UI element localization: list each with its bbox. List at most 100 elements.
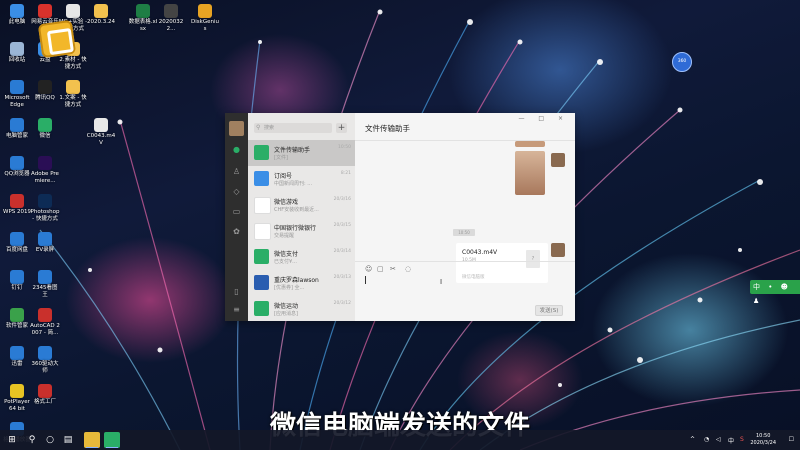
desktop-icon[interactable]: 腾讯QQ: [30, 80, 60, 102]
desktop-icon-label: 2020.3.24: [87, 19, 115, 25]
moments-icon[interactable]: ✿: [232, 227, 241, 236]
desktop-icon[interactable]: 电脑管家: [2, 118, 32, 140]
contacts-icon[interactable]: ♙: [232, 167, 241, 176]
task-view-icon[interactable]: ▤: [62, 434, 74, 446]
image-message-top[interactable]: [515, 141, 545, 147]
chat-icon[interactable]: ●: [232, 145, 241, 154]
time-chip: 10:50: [453, 229, 475, 236]
files-icon[interactable]: ▭: [232, 207, 241, 216]
desktop-icon[interactable]: 迅雷: [2, 346, 32, 368]
start-windows-icon[interactable]: ⊞: [6, 434, 18, 446]
app-icon: [10, 118, 24, 132]
network-icon[interactable]: ◔: [704, 436, 709, 443]
desktop-icon[interactable]: 此电脑: [2, 4, 32, 26]
file-message[interactable]: C0043.m4V 10.5M ? 微信电脑版: [456, 243, 548, 283]
chat-avatar: [254, 301, 269, 316]
desktop-icon[interactable]: 20200322...: [156, 4, 186, 32]
floating-assistant-badge[interactable]: 360: [672, 52, 692, 72]
app-icon: [94, 118, 108, 132]
desktop-icon[interactable]: Photoshop - 快捷方式: [30, 194, 60, 222]
chat-list: ⚲ 搜索 + 文件传输助手 [文件] 10:50 订阅号 中国新闻周刊: ... 8:21…: [248, 113, 355, 321]
wechat-taskbar-icon[interactable]: [104, 432, 120, 448]
tray-arrow-icon[interactable]: ^: [690, 436, 695, 443]
chat-list-item[interactable]: 微信游戏 CHF安装收到最近... 20/3/16: [248, 192, 355, 218]
desktop-icon[interactable]: 回收站: [2, 42, 32, 64]
desktop-icon[interactable]: WPS 2019: [2, 194, 32, 216]
cortana-icon[interactable]: ○: [44, 434, 56, 446]
sender-avatar: [551, 153, 565, 167]
desktop-icon[interactable]: 软件管家: [2, 308, 32, 330]
send-button[interactable]: 发送(S): [535, 305, 563, 316]
system-clock[interactable]: 10:50 2020/3/24: [750, 433, 776, 447]
scissors-icon[interactable]: ✂: [390, 265, 396, 273]
desktop-icon-label: 数据表格.xlsx: [128, 19, 158, 32]
app-icon: [94, 4, 108, 18]
favorites-icon[interactable]: ◇: [232, 187, 241, 196]
emoji-icon[interactable]: ☺: [365, 265, 372, 273]
phone-icon[interactable]: ▯: [232, 287, 241, 296]
volume-icon[interactable]: ◁: [716, 436, 721, 443]
desktop-icon[interactable]: 格式工厂: [30, 384, 60, 406]
desktop-icon[interactable]: 2020.3.24: [86, 4, 116, 26]
security-tray-icon[interactable]: S: [740, 436, 744, 443]
desktop-icon[interactable]: 360驱动大师: [30, 346, 60, 374]
app-icon: [66, 4, 80, 18]
desktop-icon[interactable]: EV录屏: [30, 232, 60, 254]
desktop-icon-label: 360驱动大师: [31, 361, 59, 374]
app-icon: [10, 308, 24, 322]
user-avatar[interactable]: [229, 121, 244, 136]
desktop-icon-label: AutoCAD 2007 - 简...: [30, 323, 60, 336]
chat-list-item[interactable]: 中国银行微银行 交易提醒 20/3/15: [248, 218, 355, 244]
chat-list-item[interactable]: 重庆罗森lawson [优惠券] 全... 20/3/13: [248, 270, 355, 296]
desktop-icon-label: 云盘: [39, 57, 51, 63]
folder-icon[interactable]: ▢: [377, 265, 384, 273]
image-message[interactable]: [515, 151, 545, 195]
file-explorer-icon[interactable]: [84, 432, 100, 448]
chat-time: 20/3/13: [333, 275, 351, 280]
desktop-icon[interactable]: AutoCAD 2007 - 简...: [30, 308, 60, 336]
chat-avatar: [254, 145, 269, 160]
add-chat-button[interactable]: +: [336, 123, 347, 133]
desktop-icon[interactable]: 数据表格.xlsx: [128, 4, 158, 32]
ime-toolbar[interactable]: 中 • ☻ ♟: [750, 280, 800, 305]
chat-time: 10:50: [338, 145, 351, 150]
app-icon: [66, 80, 80, 94]
app-icon: [38, 270, 52, 284]
chat-preview: 中国新闻周刊: ...: [274, 181, 313, 187]
desktop-icon[interactable]: DiskGenius: [190, 4, 220, 32]
chat-history-icon[interactable]: ◌: [405, 265, 411, 273]
desktop-icon[interactable]: 1.文案 - 快捷方式: [58, 80, 88, 108]
desktop-icon-label: EV录屏: [35, 247, 55, 253]
desktop-icon[interactable]: QQ浏览器: [2, 156, 32, 178]
chat-list-item[interactable]: 文件传输助手 [文件] 10:50: [248, 140, 355, 166]
desktop-icon-label: WPS 2019: [3, 209, 31, 215]
menu-icon[interactable]: ≡: [232, 305, 241, 314]
desktop-icon[interactable]: 钉钉: [2, 270, 32, 292]
search-placeholder: 搜索: [264, 125, 275, 131]
desktop-icon[interactable]: 2345看图王: [30, 270, 60, 298]
input-language[interactable]: 中: [728, 436, 734, 445]
search-input[interactable]: ⚲ 搜索: [254, 123, 332, 133]
app-icon: [38, 232, 52, 246]
notification-icon[interactable]: ☐: [789, 436, 794, 443]
chat-time: 20/3/12: [333, 301, 351, 306]
clock-date: 2020/3/24: [750, 440, 776, 446]
search-icon[interactable]: ⚲: [26, 434, 38, 446]
desktop-icon[interactable]: 百度网盘: [2, 232, 32, 254]
conversation-title: 文件传输助手: [365, 124, 410, 133]
desktop-icon[interactable]: C0043.m4V: [86, 118, 116, 146]
desktop-icon-label: 迅雷: [11, 361, 23, 367]
app-icon: [10, 346, 24, 360]
chat-list-item[interactable]: 微信运动 [应用消息] 20/3/12: [248, 296, 355, 322]
chat-list-item[interactable]: 订阅号 中国新闻周刊: ... 8:21: [248, 166, 355, 192]
desktop-icon[interactable]: 微信: [30, 118, 60, 140]
chat-list-item[interactable]: 微信支付 已支付¥... 20/3/14: [248, 244, 355, 270]
window-controls[interactable]: — □ ×: [518, 115, 569, 122]
message-area[interactable]: 10:50 C0043.m4V 10.5M ? 微信电脑版: [355, 141, 575, 283]
desktop-icon[interactable]: Microsoft Edge: [2, 80, 32, 108]
desktop-icon[interactable]: Adobe Premiere...: [30, 156, 60, 184]
file-type-icon: ?: [526, 250, 540, 268]
app-icon: [38, 346, 52, 360]
chat-preview: 已支付¥...: [274, 259, 297, 265]
app-icon: [10, 194, 24, 208]
